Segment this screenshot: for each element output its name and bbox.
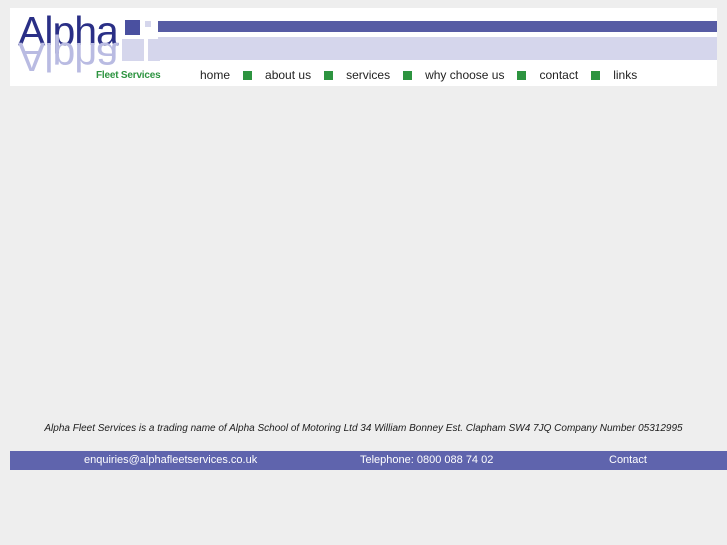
footer-telephone: Telephone: 0800 088 74 02 xyxy=(360,454,494,466)
green-square-icon xyxy=(324,70,334,80)
main-navigation: home about us services why choose us con… xyxy=(10,64,717,86)
legal-disclaimer: Alpha Fleet Services is a trading name o… xyxy=(44,423,683,434)
header-bar-dark xyxy=(158,21,717,32)
main-content-area xyxy=(10,86,717,416)
logo-square-dark-icon xyxy=(125,20,140,35)
header-bar-light xyxy=(158,37,717,60)
green-square-icon xyxy=(517,70,527,80)
footer-email-link[interactable]: enquiries@alphafleetservices.co.uk xyxy=(84,451,257,470)
nav-item-about-us[interactable]: about us xyxy=(265,68,311,82)
logo-square-tiny-icon xyxy=(145,21,151,27)
footer-contact-link[interactable]: Contact xyxy=(609,451,647,470)
nav-item-why-choose-us[interactable]: why choose us xyxy=(425,68,504,82)
site-footer: enquiries@alphafleetservices.co.uk Telep… xyxy=(10,451,727,470)
nav-item-links[interactable]: links xyxy=(613,68,637,82)
logo-square-light-icon xyxy=(122,39,144,61)
page-root: Alpha Alpha Fleet Services home about us… xyxy=(0,0,727,545)
nav-item-home[interactable]: home xyxy=(200,68,230,82)
site-header: Alpha Alpha Fleet Services home about us… xyxy=(10,8,717,86)
green-square-icon xyxy=(243,70,253,80)
nav-item-contact[interactable]: contact xyxy=(539,68,578,82)
green-square-icon xyxy=(591,70,601,80)
green-square-icon xyxy=(403,70,413,80)
nav-item-services[interactable]: services xyxy=(346,68,390,82)
